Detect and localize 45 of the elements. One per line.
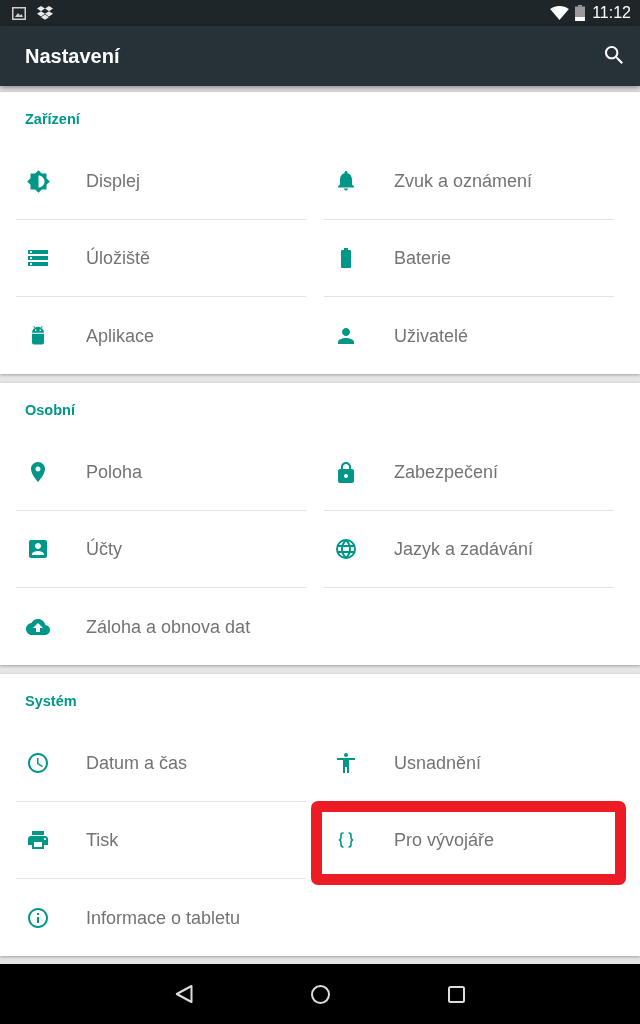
braces-icon	[338, 832, 354, 848]
battery-icon	[341, 248, 351, 268]
wifi-icon	[550, 6, 570, 20]
info-icon	[28, 907, 48, 928]
settings-item[interactable]: Informace o tabletu	[16, 879, 306, 956]
settings-item[interactable]: Usnadnění	[324, 725, 614, 802]
location-pin-icon	[31, 462, 45, 482]
settings-item[interactable]: Úložiště	[16, 220, 306, 297]
back-icon	[175, 984, 193, 1004]
image-icon	[12, 6, 26, 20]
section-title: Systém	[25, 693, 77, 709]
settings-item[interactable]: Záloha a obnova dat	[16, 588, 306, 665]
settings-item[interactable]: Uživatelé	[324, 297, 614, 374]
recents-icon	[447, 985, 465, 1003]
clock-icon	[28, 753, 48, 773]
diamond-stack-icon	[37, 5, 53, 21]
status-time: 11:12	[592, 4, 631, 22]
brightness-icon	[26, 169, 50, 193]
accessibility-icon	[337, 753, 355, 773]
settings-item[interactable]: Jazyk a zadávání	[324, 511, 614, 588]
section-title: Zařízení	[25, 111, 80, 127]
printer-icon	[28, 831, 48, 849]
settings-item[interactable]: Displej	[16, 143, 306, 220]
settings-item[interactable]: Poloha	[16, 434, 306, 511]
globe-icon	[336, 539, 356, 559]
cloud-upload-icon	[26, 618, 50, 635]
lock-icon	[338, 461, 354, 483]
storage-icon	[28, 250, 48, 266]
settings-item[interactable]: Tisk	[16, 802, 306, 879]
settings-item[interactable]: Zabezpečení	[324, 434, 614, 511]
search-icon[interactable]	[605, 45, 623, 64]
settings-item[interactable]: Aplikace	[16, 297, 306, 374]
person-card-icon	[29, 540, 47, 558]
bell-icon	[338, 171, 354, 191]
settings-item[interactable]: Účty	[16, 511, 306, 588]
settings-item[interactable]: Baterie	[324, 220, 614, 297]
section-title: Osobní	[25, 402, 75, 418]
home-icon	[310, 984, 330, 1004]
settings-item[interactable]: Zvuk a oznámení	[324, 143, 614, 220]
settings-item[interactable]: Datum a čas	[16, 725, 306, 802]
robot-icon	[32, 326, 44, 345]
app-title: Nastavení	[25, 44, 120, 68]
person-icon	[338, 327, 354, 344]
settings-item[interactable]: Pro vývojáře	[324, 802, 614, 879]
battery-icon	[575, 5, 586, 21]
